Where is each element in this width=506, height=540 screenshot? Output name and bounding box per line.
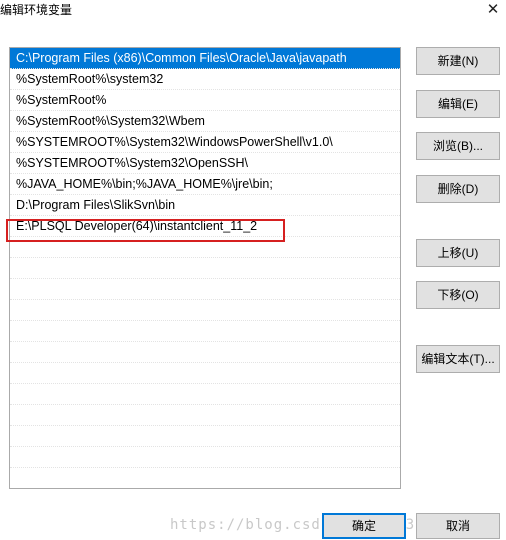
delete-button[interactable]: 删除(D) xyxy=(416,175,500,203)
empty-row[interactable] xyxy=(10,258,400,279)
ok-button[interactable]: 确定 xyxy=(322,513,406,539)
list-item[interactable]: %SYSTEMROOT%\System32\WindowsPowerShell\… xyxy=(10,132,400,153)
list-item[interactable]: %SYSTEMROOT%\System32\OpenSSH\ xyxy=(10,153,400,174)
move-down-button[interactable]: 下移(O) xyxy=(416,281,500,309)
empty-row[interactable] xyxy=(10,342,400,363)
list-item[interactable]: %JAVA_HOME%\bin;%JAVA_HOME%\jre\bin; xyxy=(10,174,400,195)
empty-row[interactable] xyxy=(10,321,400,342)
empty-row[interactable] xyxy=(10,384,400,405)
empty-row[interactable] xyxy=(10,426,400,447)
new-button[interactable]: 新建(N) xyxy=(416,47,500,75)
empty-row[interactable] xyxy=(10,447,400,468)
edit-button[interactable]: 编辑(E) xyxy=(416,90,500,118)
list-item[interactable]: D:\Program Files\SlikSvn\bin xyxy=(10,195,400,216)
empty-row[interactable] xyxy=(10,279,400,300)
empty-row[interactable] xyxy=(10,363,400,384)
empty-row[interactable] xyxy=(10,237,400,258)
list-item[interactable]: %SystemRoot% xyxy=(10,90,400,111)
list-item[interactable]: E:\PLSQL Developer(64)\instantclient_11_… xyxy=(10,216,400,237)
empty-row[interactable] xyxy=(10,468,400,488)
list-item[interactable]: %SystemRoot%\system32 xyxy=(10,69,400,90)
edit-text-button[interactable]: 编辑文本(T)... xyxy=(416,345,500,373)
cancel-button[interactable]: 取消 xyxy=(416,513,500,539)
list-item[interactable]: %SystemRoot%\System32\Wbem xyxy=(10,111,400,132)
empty-row[interactable] xyxy=(10,300,400,321)
path-list[interactable]: C:\Program Files (x86)\Common Files\Orac… xyxy=(9,47,401,489)
list-item[interactable]: C:\Program Files (x86)\Common Files\Orac… xyxy=(10,48,400,69)
close-icon[interactable]: ✕ xyxy=(482,0,504,20)
window-title: 编辑环境变量 xyxy=(0,3,73,17)
browse-button[interactable]: 浏览(B)... xyxy=(416,132,500,160)
empty-row[interactable] xyxy=(10,405,400,426)
move-up-button[interactable]: 上移(U) xyxy=(416,239,500,267)
